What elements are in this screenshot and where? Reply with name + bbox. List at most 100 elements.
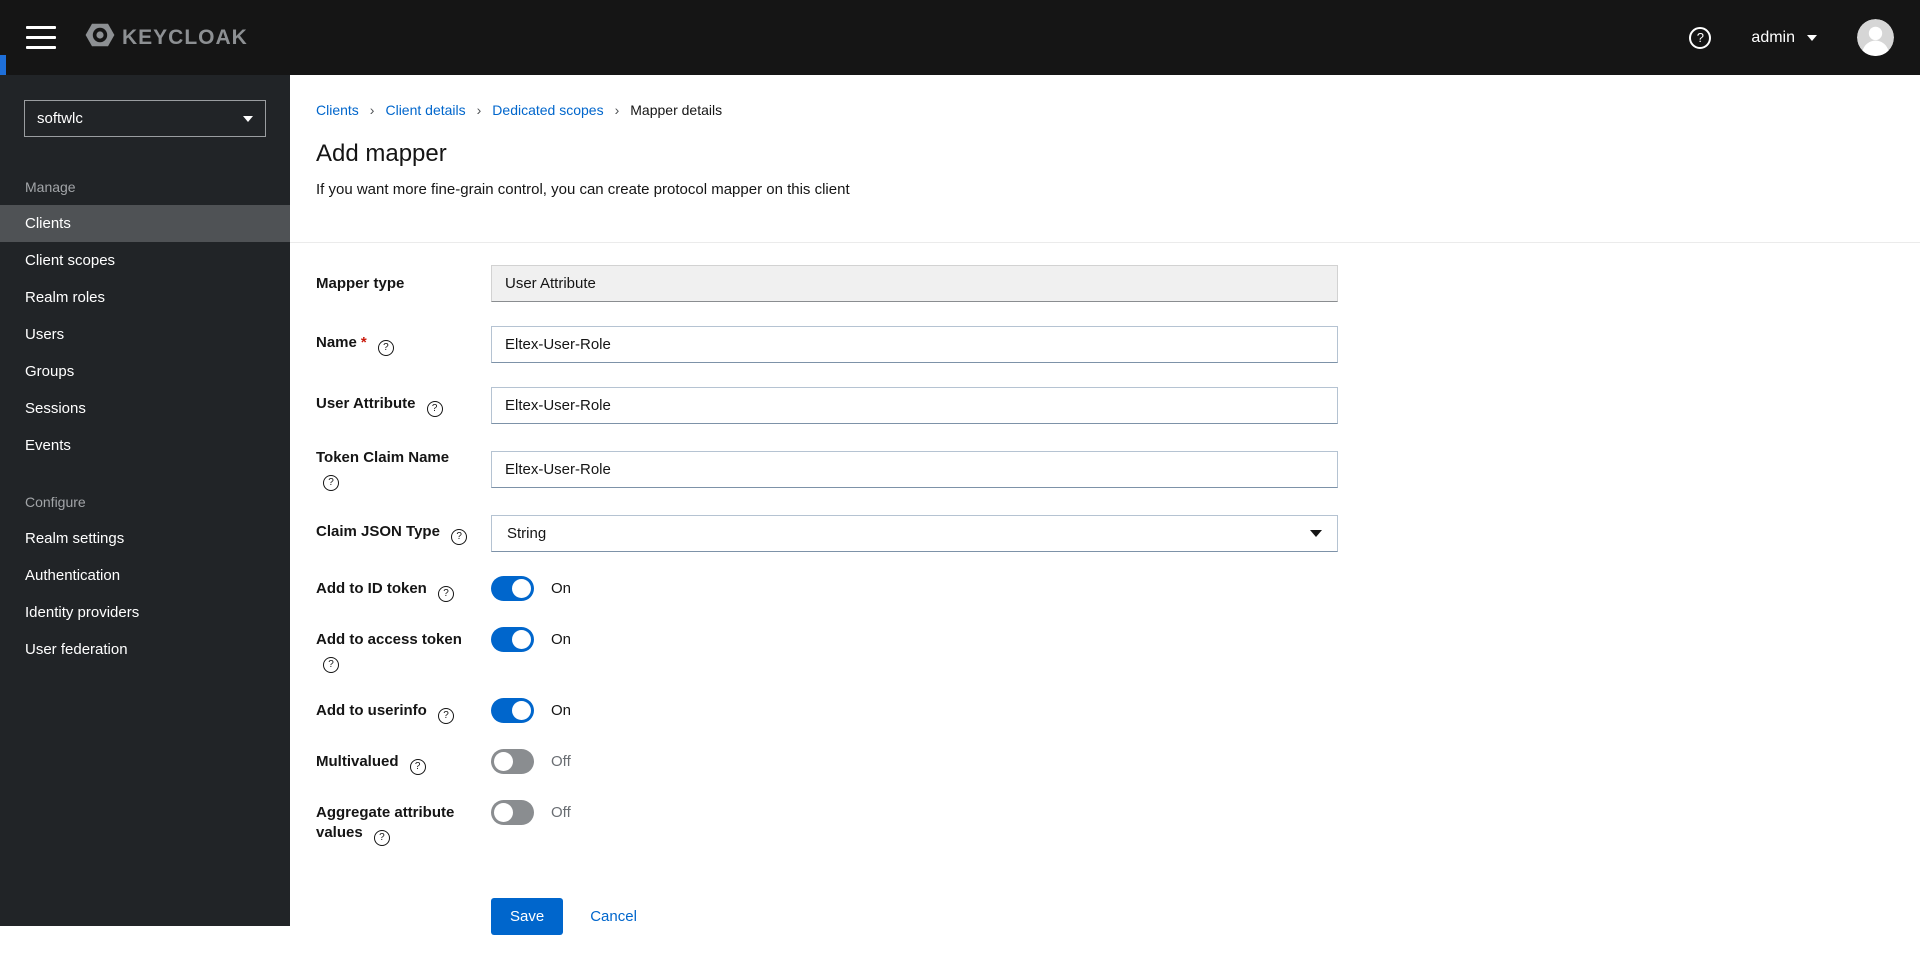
- help-icon[interactable]: ?: [323, 475, 339, 491]
- nav-list: Realm settings Authentication Identity p…: [0, 520, 290, 668]
- token-claim-name-input[interactable]: [491, 451, 1338, 488]
- nav-group-manage: Manage Clients Client scopes Realm roles…: [0, 179, 290, 464]
- help-icon[interactable]: ?: [323, 657, 339, 673]
- field-label-text: Name: [316, 334, 357, 351]
- breadcrumb-clients[interactable]: Clients: [316, 102, 359, 118]
- toggle-state-label: Off: [551, 749, 571, 774]
- field-label-text: Add to ID token: [316, 580, 427, 597]
- mapper-type-label: Mapper type: [316, 274, 491, 294]
- multivalued-toggle[interactable]: [491, 749, 534, 774]
- toggle-state-label: On: [551, 627, 571, 652]
- field-label-text: Add to access token: [316, 631, 462, 648]
- save-button[interactable]: Save: [491, 898, 563, 935]
- claim-json-type-row: Claim JSON Type ? String: [316, 515, 1920, 552]
- multivalued-label: Multivalued ?: [316, 749, 491, 775]
- help-icon[interactable]: ?: [438, 708, 454, 724]
- add-to-id-token-label: Add to ID token ?: [316, 576, 491, 602]
- field-label-text: Multivalued: [316, 753, 399, 770]
- help-icon[interactable]: ?: [1689, 27, 1711, 49]
- brand-text: KEYCLOAK: [122, 26, 248, 50]
- sidebar-item-users[interactable]: Users: [0, 316, 290, 353]
- mapper-type-input: [491, 265, 1338, 302]
- sidebar-item-sessions[interactable]: Sessions: [0, 390, 290, 427]
- switch-wrap: On: [491, 576, 1338, 601]
- chevron-down-icon: [1310, 530, 1322, 537]
- avatar[interactable]: [1857, 19, 1894, 56]
- switch-wrap: Off: [491, 800, 1338, 825]
- name-input[interactable]: [491, 326, 1338, 363]
- claim-json-type-select[interactable]: String: [491, 515, 1338, 552]
- mapper-type-row: Mapper type: [316, 265, 1920, 302]
- nav-list: Clients Client scopes Realm roles Users …: [0, 205, 290, 464]
- name-row: Name* ?: [316, 326, 1920, 363]
- name-label: Name* ?: [316, 333, 491, 356]
- chevron-down-icon: [1807, 35, 1817, 41]
- add-to-userinfo-toggle[interactable]: [491, 698, 534, 723]
- token-claim-name-label: Token Claim Name ?: [316, 448, 491, 491]
- username: admin: [1751, 29, 1795, 47]
- realm-selector-label: softwlc: [37, 110, 83, 127]
- add-to-id-token-toggle[interactable]: [491, 576, 534, 601]
- switch-wrap: Off: [491, 749, 1338, 774]
- main-content: Clients › Client details › Dedicated sco…: [290, 0, 1920, 975]
- toggle-state-label: Off: [551, 800, 571, 825]
- nav-group-configure: Configure Realm settings Authentication …: [0, 494, 290, 668]
- user-dropdown[interactable]: admin: [1751, 29, 1817, 47]
- field-label-text: Add to userinfo: [316, 702, 427, 719]
- nav-group-title: Configure: [0, 494, 290, 510]
- sidebar-item-events[interactable]: Events: [0, 427, 290, 464]
- help-icon[interactable]: ?: [378, 340, 394, 356]
- sidebar-item-realm-settings[interactable]: Realm settings: [0, 520, 290, 557]
- form-actions-row: Save Cancel: [316, 898, 1920, 935]
- masthead-accent: [0, 55, 6, 75]
- breadcrumb-dedicated-scopes[interactable]: Dedicated scopes: [492, 102, 603, 118]
- field-label-text: User Attribute: [316, 395, 415, 412]
- help-icon[interactable]: ?: [451, 529, 467, 545]
- breadcrumb-client-details[interactable]: Client details: [385, 102, 465, 118]
- breadcrumb-current: Mapper details: [630, 102, 722, 118]
- sidebar-item-client-scopes[interactable]: Client scopes: [0, 242, 290, 279]
- sidebar-item-realm-roles[interactable]: Realm roles: [0, 279, 290, 316]
- sidebar-item-groups[interactable]: Groups: [0, 353, 290, 390]
- add-to-userinfo-label: Add to userinfo ?: [316, 698, 491, 724]
- menu-toggle-icon[interactable]: [26, 26, 56, 49]
- required-indicator: *: [361, 334, 367, 351]
- user-attribute-label: User Attribute ?: [316, 394, 491, 417]
- page-header: Clients › Client details › Dedicated sco…: [290, 75, 1920, 242]
- claim-json-type-label: Claim JSON Type ?: [316, 522, 491, 545]
- add-to-access-token-toggle[interactable]: [491, 627, 534, 652]
- form-actions: Save Cancel: [491, 898, 1338, 935]
- add-to-access-token-row: Add to access token ? On: [316, 627, 1920, 673]
- breadcrumb-separator-icon: ›: [370, 102, 375, 118]
- realm-selector[interactable]: softwlc: [24, 100, 266, 137]
- sidebar-item-clients[interactable]: Clients: [0, 205, 290, 242]
- keycloak-logo: KEYCLOAK: [84, 19, 248, 56]
- help-icon[interactable]: ?: [438, 586, 454, 602]
- breadcrumb-separator-icon: ›: [477, 102, 482, 118]
- masthead-tools: ? admin: [1689, 19, 1894, 56]
- select-value: String: [507, 525, 546, 542]
- add-to-id-token-row: Add to ID token ? On: [316, 576, 1920, 602]
- aggregate-attribute-values-toggle[interactable]: [491, 800, 534, 825]
- sidebar-item-user-federation[interactable]: User federation: [0, 631, 290, 668]
- mapper-form: Mapper type Name* ? User Attribute ? Tok…: [290, 242, 1920, 975]
- page-description: If you want more fine-grain control, you…: [316, 181, 1890, 198]
- keycloak-logo-icon: [84, 19, 116, 56]
- help-icon[interactable]: ?: [374, 830, 390, 846]
- toggle-state-label: On: [551, 698, 571, 723]
- add-to-userinfo-row: Add to userinfo ? On: [316, 698, 1920, 724]
- user-attribute-input[interactable]: [491, 387, 1338, 424]
- multivalued-row: Multivalued ? Off: [316, 749, 1920, 775]
- nav-group-title: Manage: [0, 179, 290, 195]
- sidebar-item-authentication[interactable]: Authentication: [0, 557, 290, 594]
- help-icon[interactable]: ?: [410, 759, 426, 775]
- token-claim-name-row: Token Claim Name ?: [316, 448, 1920, 491]
- switch-wrap: On: [491, 698, 1338, 723]
- sidebar-item-identity-providers[interactable]: Identity providers: [0, 594, 290, 631]
- help-icon[interactable]: ?: [427, 401, 443, 417]
- user-attribute-row: User Attribute ?: [316, 387, 1920, 424]
- field-label-text: Claim JSON Type: [316, 523, 440, 540]
- masthead: KEYCLOAK ? admin: [0, 0, 1920, 75]
- sidebar: softwlc Manage Clients Client scopes Rea…: [0, 75, 290, 926]
- cancel-button[interactable]: Cancel: [590, 908, 637, 925]
